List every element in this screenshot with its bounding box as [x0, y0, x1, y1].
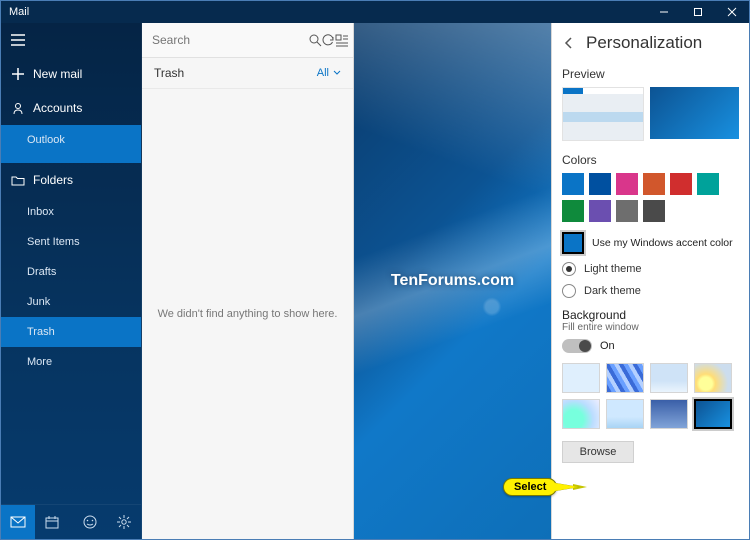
- hamburger-icon: [11, 33, 25, 47]
- background-thumb-selected[interactable]: [694, 399, 732, 429]
- background-thumbs: [552, 357, 749, 435]
- plus-icon: [11, 67, 25, 81]
- browse-button[interactable]: Browse: [562, 441, 634, 463]
- folder-trash[interactable]: Trash: [1, 317, 141, 347]
- callout-tail: [555, 483, 579, 491]
- toggle-switch-icon: [562, 339, 592, 353]
- accent-row[interactable]: Use my Windows accent color: [552, 228, 749, 258]
- color-swatches: [552, 169, 749, 228]
- empty-state: We didn't find anything to show here.: [142, 89, 353, 539]
- color-swatch[interactable]: [562, 200, 584, 222]
- folder-drafts[interactable]: Drafts: [1, 257, 141, 287]
- minimize-button[interactable]: [647, 1, 681, 23]
- settings-button[interactable]: [107, 505, 141, 539]
- select-mode-icon[interactable]: [335, 34, 348, 47]
- person-icon: [11, 101, 25, 115]
- watermark: TenForums.com: [391, 272, 514, 290]
- color-swatch[interactable]: [697, 173, 719, 195]
- folders-header[interactable]: Folders: [1, 163, 141, 197]
- maximize-button[interactable]: [681, 1, 715, 23]
- preview-row: [552, 83, 749, 149]
- accounts-label: Accounts: [33, 101, 82, 115]
- folder-icon: [11, 173, 25, 187]
- account-name: Outlook: [27, 134, 65, 146]
- folder-inbox[interactable]: Inbox: [1, 197, 141, 227]
- panel-title: Personalization: [586, 33, 702, 53]
- fill-label: Fill entire window: [562, 322, 739, 333]
- color-swatch[interactable]: [670, 173, 692, 195]
- color-swatch[interactable]: [616, 200, 638, 222]
- preview-section-label: Preview: [552, 63, 749, 83]
- background-thumb[interactable]: [694, 363, 732, 393]
- sync-icon[interactable]: [322, 34, 335, 47]
- accent-label: Use my Windows accent color: [592, 237, 733, 249]
- light-theme-radio[interactable]: Light theme: [552, 258, 749, 280]
- message-list-pane: Trash All We didn't find anything to sho…: [142, 23, 354, 539]
- accounts-header[interactable]: Accounts: [1, 91, 141, 125]
- account-outlook[interactable]: Outlook: [1, 125, 141, 155]
- folder-junk[interactable]: Junk: [1, 287, 141, 317]
- radio-icon: [562, 284, 576, 298]
- app-body: New mail Accounts Outlook Folders Inbox …: [1, 23, 749, 539]
- feedback-button[interactable]: [73, 505, 107, 539]
- background-thumb[interactable]: [562, 363, 600, 393]
- list-filter-button[interactable]: All: [317, 67, 341, 79]
- search-input[interactable]: [150, 32, 309, 48]
- list-title: Trash: [154, 66, 317, 80]
- panel-header: Personalization: [552, 23, 749, 63]
- toggle-state: On: [600, 340, 615, 352]
- select-callout: Select: [503, 478, 587, 496]
- reading-pane: TenForums.com: [354, 23, 551, 539]
- background-thumb[interactable]: [606, 363, 644, 393]
- folder-sent[interactable]: Sent Items: [1, 227, 141, 257]
- fill-toggle[interactable]: On: [552, 335, 749, 357]
- background-thumb[interactable]: [562, 399, 600, 429]
- chevron-down-icon: [333, 70, 341, 76]
- new-mail-label: New mail: [33, 67, 82, 81]
- search-icon[interactable]: [309, 34, 322, 47]
- folders-label: Folders: [33, 173, 73, 187]
- color-swatch[interactable]: [562, 173, 584, 195]
- sidebar: New mail Accounts Outlook Folders Inbox …: [1, 23, 142, 539]
- color-swatch[interactable]: [589, 200, 611, 222]
- colors-section-label: Colors: [552, 149, 749, 169]
- search-bar: [142, 23, 353, 58]
- folder-more[interactable]: More: [1, 347, 141, 377]
- color-swatch[interactable]: [589, 173, 611, 195]
- background-thumb[interactable]: [606, 399, 644, 429]
- sidebar-bottom-bar: [1, 504, 141, 539]
- background-thumb[interactable]: [650, 363, 688, 393]
- dark-theme-radio[interactable]: Dark theme: [552, 280, 749, 302]
- background-label: Background: [562, 308, 739, 322]
- color-swatch[interactable]: [643, 200, 665, 222]
- mail-app-window: Mail New mail Accounts Outlook Folders I…: [0, 0, 750, 540]
- radio-icon: [562, 262, 576, 276]
- mail-app-button[interactable]: [1, 505, 35, 539]
- personalization-panel: Personalization Preview Colors Use my Wi…: [551, 23, 749, 539]
- back-button[interactable]: [562, 36, 576, 50]
- hamburger-button[interactable]: [1, 23, 141, 57]
- color-swatch[interactable]: [643, 173, 665, 195]
- account-selection-extra: [1, 155, 141, 163]
- accent-swatch: [562, 232, 584, 254]
- empty-state-text: We didn't find anything to show here.: [158, 308, 338, 320]
- preview-layout: [562, 87, 644, 141]
- color-swatch[interactable]: [616, 173, 638, 195]
- new-mail-button[interactable]: New mail: [1, 57, 141, 91]
- close-button[interactable]: [715, 1, 749, 23]
- preview-background: [650, 87, 739, 139]
- app-title: Mail: [9, 6, 647, 18]
- titlebar: Mail: [1, 1, 749, 23]
- list-header: Trash All: [142, 58, 353, 89]
- calendar-app-button[interactable]: [35, 505, 69, 539]
- callout-bubble: Select: [503, 478, 557, 496]
- background-thumb[interactable]: [650, 399, 688, 429]
- background-section: Background Fill entire window: [552, 302, 749, 335]
